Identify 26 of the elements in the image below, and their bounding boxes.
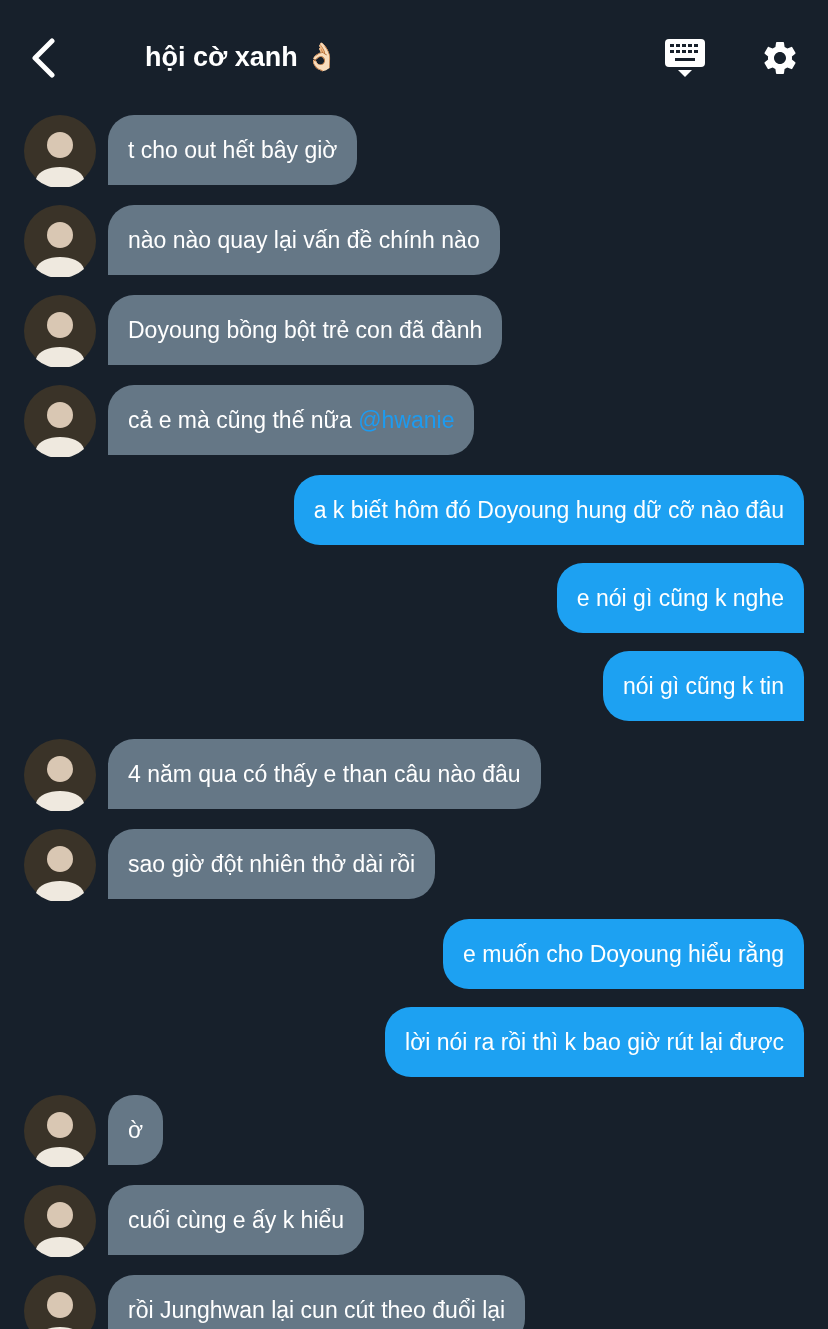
- incoming-message: sao giờ đột nhiên thở dài rồi: [108, 829, 436, 899]
- outgoing-message: e muốn cho Doyoung hiểu rằng: [443, 919, 804, 989]
- incoming-message: Doyoung bồng bột trẻ con đã đành: [108, 295, 503, 365]
- chat-title: hội cờ xanh 👌🏻: [145, 41, 340, 75]
- avatar[interactable]: [24, 1275, 96, 1329]
- incoming-message: nào nào quay lại vấn đề chính nào: [108, 205, 500, 275]
- avatar[interactable]: [24, 1185, 96, 1257]
- avatar[interactable]: [24, 115, 96, 187]
- mention-link[interactable]: @hwanie: [358, 407, 455, 433]
- avatar[interactable]: [24, 739, 96, 811]
- avatar[interactable]: [24, 205, 96, 277]
- incoming-message: t cho out hết bây giờ: [108, 115, 358, 185]
- incoming-message: rồi Junghwan lại cun cút theo đuổi lại: [108, 1275, 526, 1329]
- incoming-message: cả e mà cũng thế nữa @hwanie: [108, 385, 475, 455]
- avatar[interactable]: [24, 829, 96, 901]
- outgoing-message: lời nói ra rồi thì k bao giờ rút lại được: [385, 1007, 804, 1077]
- incoming-message: 4 năm qua có thấy e than câu nào đâu: [108, 739, 541, 809]
- outgoing-message: e nói gì cũng k nghe: [556, 563, 804, 633]
- outgoing-message: a k biết hôm đó Doyoung hung dữ cỡ nào đâu: [293, 475, 804, 545]
- avatar[interactable]: [24, 1095, 96, 1167]
- avatar[interactable]: [24, 295, 96, 367]
- avatar[interactable]: [24, 385, 96, 457]
- outgoing-message: nói gì cũng k tin: [602, 651, 804, 721]
- incoming-message: cuối cùng e ấy k hiểu: [108, 1185, 365, 1255]
- keyboard-icon[interactable]: [664, 37, 706, 78]
- incoming-message: ờ: [108, 1095, 164, 1165]
